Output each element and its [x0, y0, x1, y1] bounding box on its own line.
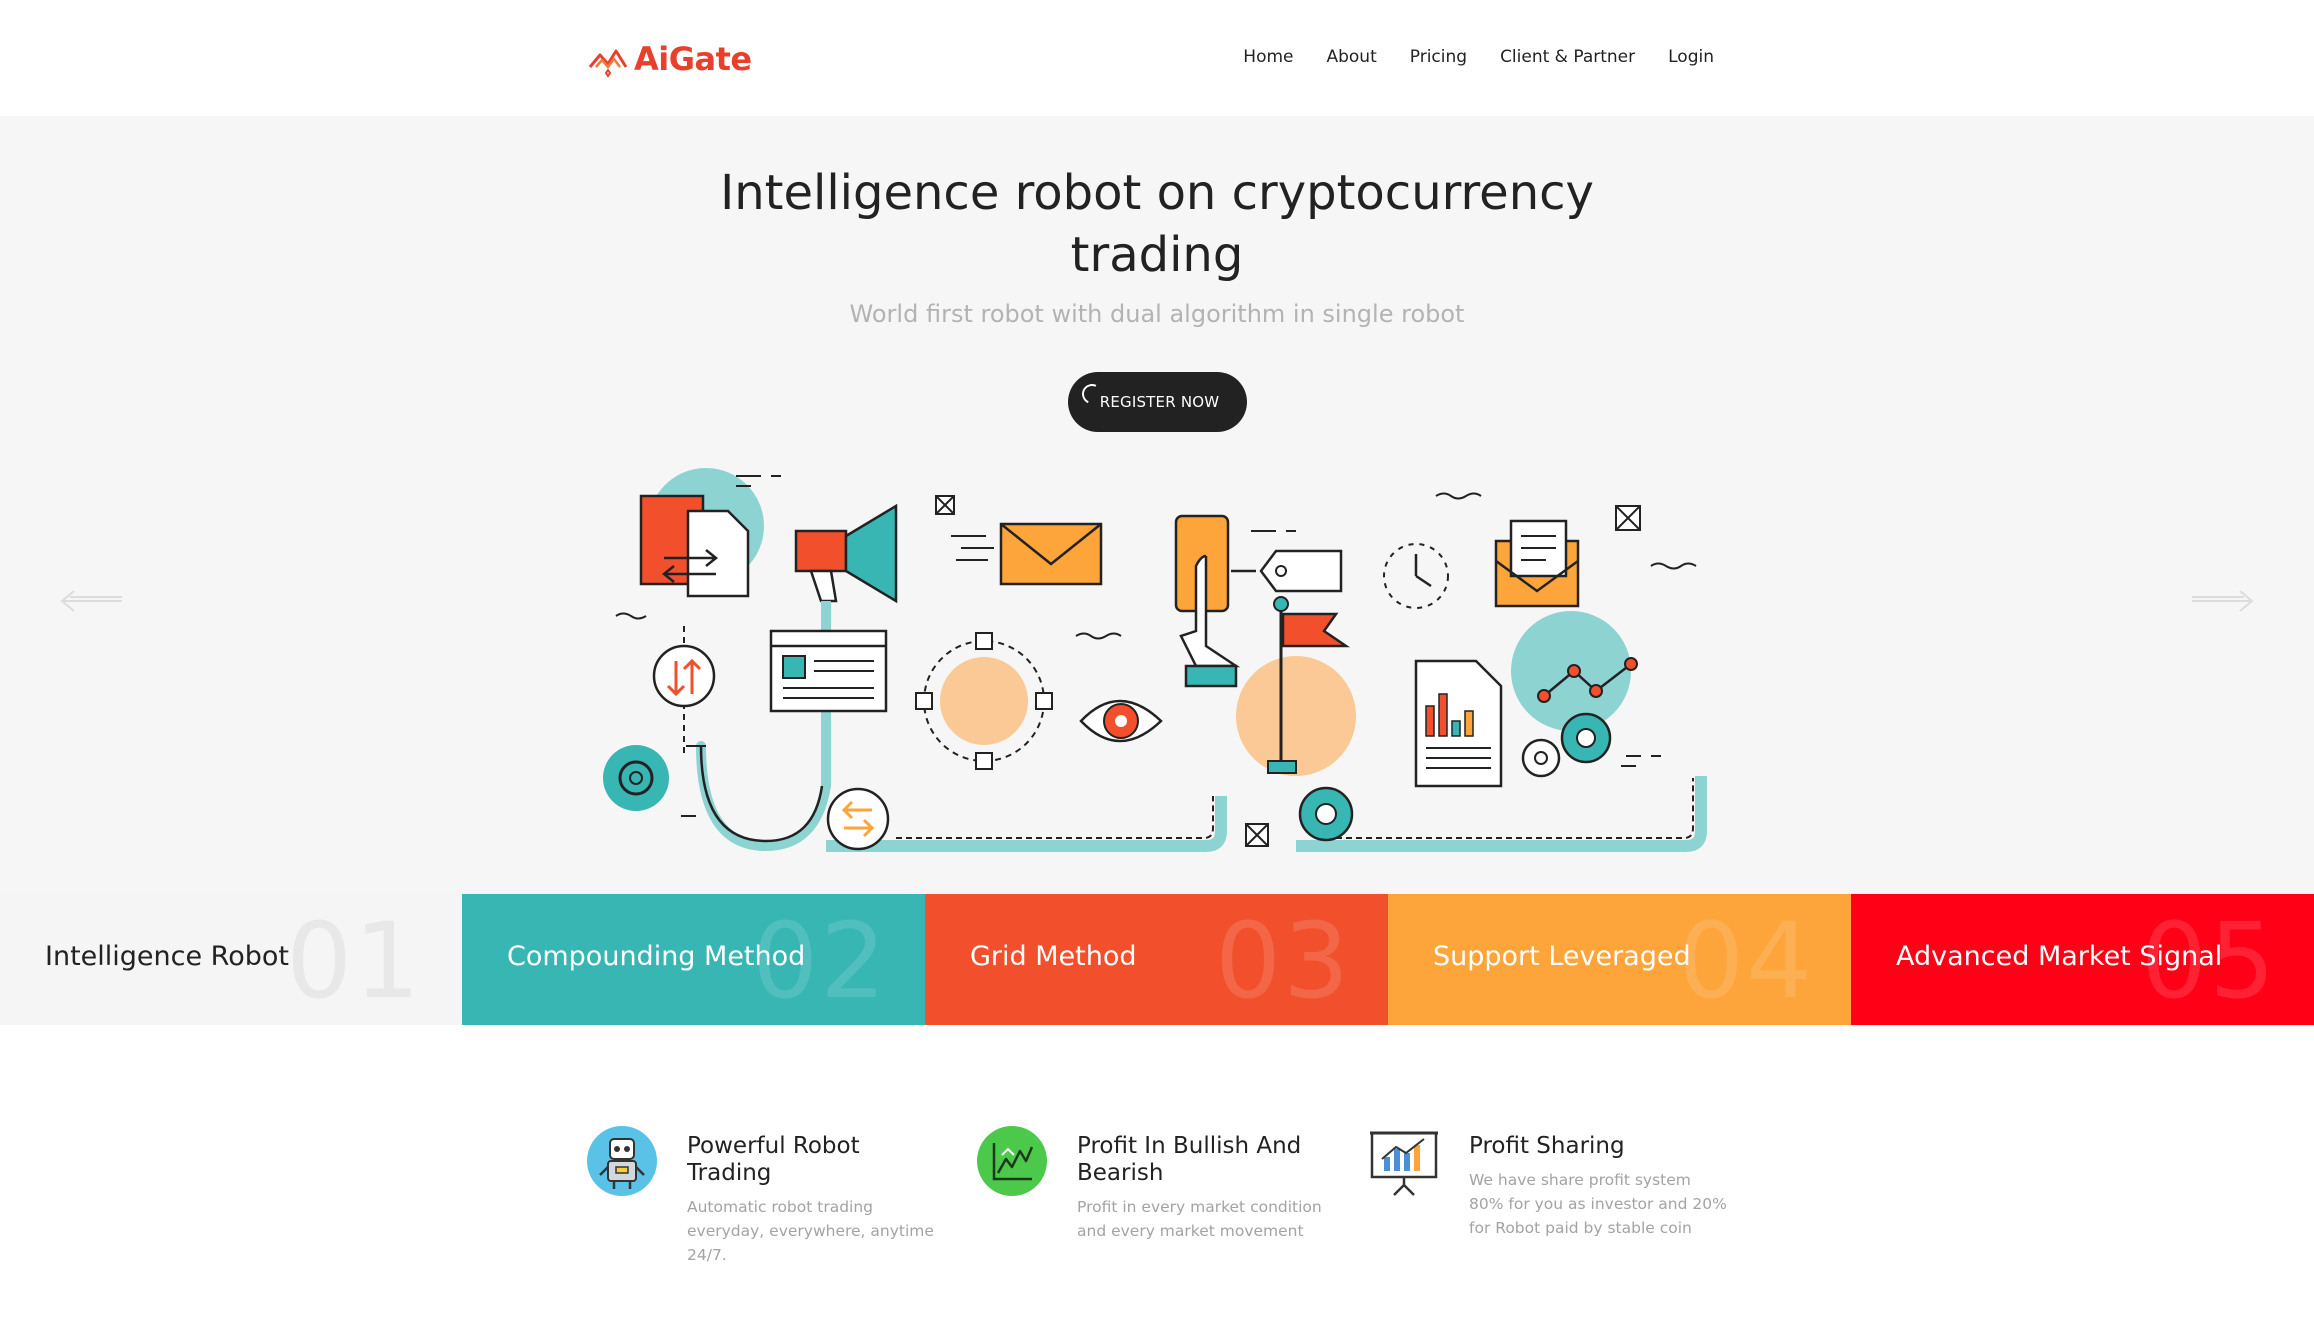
chart-growth-icon [977, 1126, 1047, 1196]
feature-description: We have share profit system 80% for you … [1469, 1171, 1727, 1237]
hero-title: Intelligence robot on cryptocurrency tra… [0, 162, 2314, 286]
hero-subtitle: World first robot with dual algorithm in… [849, 300, 1465, 328]
tab-compounding-method[interactable]: Compounding Method 02 [462, 894, 925, 1025]
tab-label: Advanced Market Signal [1896, 941, 2223, 972]
tab-advanced-market-signal[interactable]: Advanced Market Signal 05 [1851, 894, 2314, 1025]
feature-title: Profit In Bullish And Bearish [1077, 1133, 1302, 1186]
tab-label: Intelligence Robot [45, 941, 289, 972]
nav-about[interactable]: About [1326, 42, 1376, 72]
site-header: AiGate Home About Pricing Client & Partn… [0, 0, 2314, 116]
slider-next-arrow-icon[interactable] [2188, 586, 2258, 616]
feature-title: Profit Sharing [1469, 1133, 1625, 1159]
features-section: Powerful Robot Trading Automatic robot t… [0, 1025, 2314, 1331]
hero-title-line2: trading [1070, 227, 1244, 283]
hero-illustration [603, 468, 1707, 852]
nav-login[interactable]: Login [1668, 42, 1714, 72]
nav-home[interactable]: Home [1243, 42, 1293, 72]
tab-label: Compounding Method [507, 941, 806, 972]
logo[interactable]: AiGate [586, 34, 752, 84]
tab-grid-method[interactable]: Grid Method 03 [925, 894, 1388, 1025]
nav-client-partner[interactable]: Client & Partner [1500, 42, 1635, 72]
feature-tabs: Intelligence Robot 01 Compounding Method… [0, 894, 2314, 1025]
logo-text: AiGate [634, 40, 752, 78]
register-now-button[interactable]: REGISTER NOW [1068, 372, 1247, 432]
tab-number: 01 [286, 900, 423, 1022]
feature-description: Automatic robot trading everyday, everyw… [687, 1198, 934, 1264]
aigate-logo-icon [588, 49, 628, 78]
tab-intelligence-robot[interactable]: Intelligence Robot 01 [0, 894, 462, 1025]
main-nav: Home About Pricing Client & Partner Logi… [1210, 42, 1714, 72]
feature-description: Profit in every market condition and eve… [1077, 1198, 1322, 1240]
presentation-board-icon [1370, 1131, 1438, 1196]
register-now-label: REGISTER NOW [1099, 393, 1220, 411]
tab-support-leveraged[interactable]: Support Leveraged 04 [1388, 894, 1851, 1025]
tab-label: Grid Method [970, 941, 1137, 972]
tab-label: Support Leveraged [1433, 941, 1691, 972]
feature-title: Powerful Robot Trading [687, 1133, 860, 1186]
slider-prev-arrow-icon[interactable] [56, 586, 126, 616]
robot-icon [587, 1126, 657, 1196]
hero-title-line1: Intelligence robot on cryptocurrency [720, 165, 1594, 221]
tab-number: 04 [1678, 900, 1815, 1022]
tab-number: 03 [1215, 900, 1352, 1022]
hero-slider: Intelligence robot on cryptocurrency tra… [0, 116, 2314, 894]
nav-pricing[interactable]: Pricing [1410, 42, 1467, 72]
